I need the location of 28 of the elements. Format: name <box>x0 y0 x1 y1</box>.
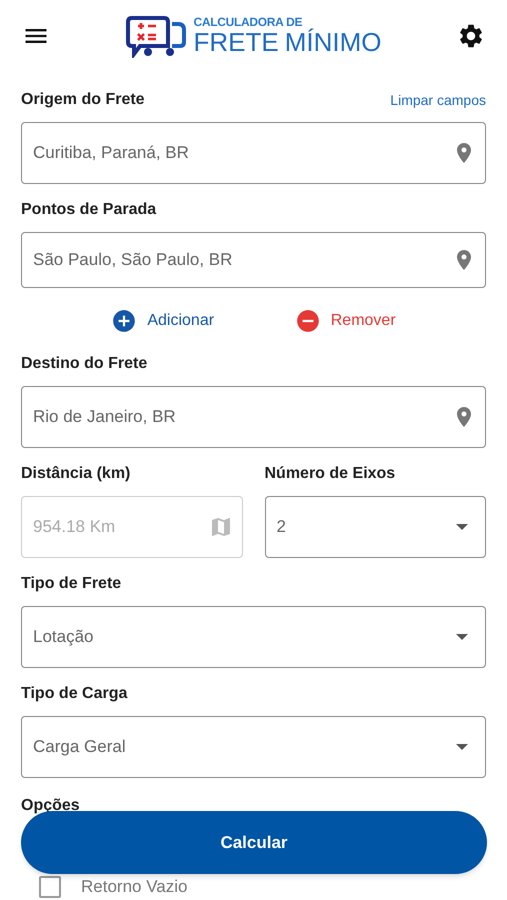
field-label: Origem do Frete <box>21 90 145 110</box>
select-field[interactable]: Carga Geral <box>21 716 486 778</box>
settings-icon[interactable] <box>457 22 485 50</box>
dropdown-caret-icon <box>456 634 468 640</box>
minus-icon <box>294 308 321 334</box>
field-label: Destino do Frete <box>21 354 148 374</box>
field-label: Número de Eixos <box>264 464 396 484</box>
checkbox-label: Retorno Vazio <box>81 876 188 898</box>
field-label: Tipo de Carga <box>21 684 128 704</box>
input-field[interactable]: Rio de Janeiro, BR <box>21 386 486 448</box>
input-field[interactable]: São Paulo, São Paulo, BR <box>21 232 486 288</box>
checkbox[interactable] <box>39 876 61 898</box>
plus-icon <box>111 308 138 334</box>
input-field[interactable]: Curitiba, Paraná, BR <box>21 122 486 184</box>
field-label: Tipo de Frete <box>21 574 122 594</box>
logo-subtitle: CALCULADORA DE <box>194 16 302 28</box>
add-stop-button[interactable]: Adicionar <box>111 308 214 334</box>
dropdown-caret-icon <box>456 524 468 530</box>
field-label: Pontos de Parada <box>21 200 158 220</box>
dropdown-caret-icon <box>456 744 468 750</box>
select-field[interactable]: 2 <box>264 496 486 558</box>
logo-title: FRETE <box>194 28 279 56</box>
clear-fields-link[interactable]: Limpar campos <box>390 90 486 111</box>
truck-calculator-icon <box>126 14 188 58</box>
remove-stop-button[interactable]: Remover <box>294 308 396 334</box>
field-label: Distância (km) <box>21 464 132 484</box>
select-field[interactable]: Lotação <box>21 606 486 668</box>
logo-title: MÍNIMO <box>284 28 382 56</box>
